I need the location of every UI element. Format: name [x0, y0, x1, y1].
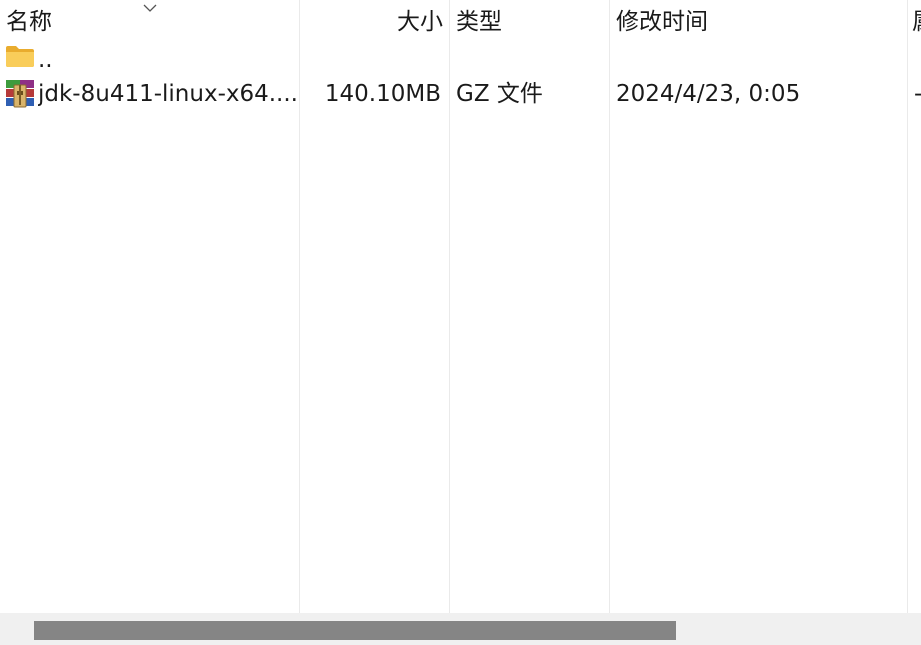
- list-item-file[interactable]: jdk-8u411-linux-x64.... 140.10MB GZ 文件 2…: [0, 76, 921, 112]
- file-name: jdk-8u411-linux-x64....: [38, 81, 296, 107]
- file-size: 140.10MB: [324, 81, 441, 107]
- file-name: ..: [38, 47, 53, 73]
- column-header-modified[interactable]: 修改时间: [616, 6, 708, 38]
- horizontal-scrollbar[interactable]: [0, 613, 921, 645]
- column-header-type[interactable]: 类型: [456, 6, 502, 38]
- column-header-row: 名称 大小 类型 修改时间 属: [0, 0, 921, 44]
- column-header-attributes[interactable]: 属: [912, 6, 921, 38]
- file-type: GZ 文件: [456, 81, 543, 107]
- file-modified: 2024/4/23, 0:05: [616, 81, 801, 107]
- folder-icon: [6, 46, 34, 67]
- column-header-name[interactable]: 名称: [6, 6, 52, 38]
- file-attributes: -: [914, 76, 921, 112]
- list-item-parent-folder[interactable]: ..: [0, 40, 921, 76]
- scrollbar-thumb[interactable]: [34, 621, 676, 640]
- chevron-down-icon[interactable]: [143, 3, 157, 13]
- archive-icon: [6, 80, 34, 108]
- column-header-size[interactable]: 大小: [300, 6, 443, 38]
- file-list: 名称 大小 类型 修改时间 属 .. jdk-8u411-linux-x64..…: [0, 0, 921, 613]
